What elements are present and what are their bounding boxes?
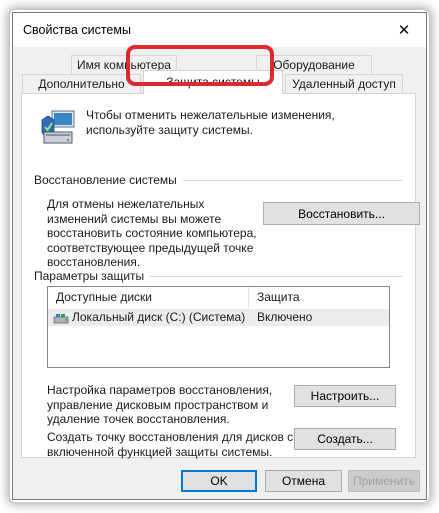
- create-description: Создать точку восстановления для дисков …: [47, 430, 294, 459]
- create-button[interactable]: Создать...: [294, 428, 396, 450]
- drive-name: Локальный диск (C:) (Система): [72, 310, 246, 324]
- drive-icon: [53, 313, 69, 324]
- ok-button[interactable]: OK: [181, 470, 257, 492]
- tab-highlight-annotation: [126, 45, 274, 86]
- restore-button[interactable]: Восстановить...: [263, 202, 420, 225]
- column-header-protection[interactable]: Защита: [257, 287, 300, 308]
- tab-remote[interactable]: Удаленный доступ: [285, 74, 403, 93]
- column-separator: [248, 287, 249, 308]
- drive-protection-status: Включено: [257, 310, 313, 324]
- apply-button[interactable]: Применить: [348, 470, 420, 492]
- column-header-drives[interactable]: Доступные диски: [56, 287, 152, 308]
- restore-description: Для отмены нежелательных изменений систе…: [47, 197, 257, 269]
- restore-group-title: Восстановление системы: [34, 173, 183, 187]
- configure-description: Настройка параметров восстановления, упр…: [47, 383, 273, 426]
- protection-group-title: Параметры защиты: [34, 269, 151, 283]
- tab-panel: Чтобы отменить нежелательные изменения, …: [21, 93, 420, 459]
- drives-list[interactable]: Доступные диски Защита Локальный диск (C…: [47, 286, 390, 368]
- title-bar[interactable]: Свойства системы ✕: [13, 13, 426, 47]
- system-protection-icon: [38, 108, 78, 146]
- close-icon[interactable]: ✕: [382, 13, 426, 47]
- cancel-button[interactable]: Отмена: [265, 470, 342, 492]
- header-description: Чтобы отменить нежелательные изменения, …: [86, 108, 335, 137]
- window-title: Свойства системы: [23, 23, 131, 37]
- configure-button[interactable]: Настроить...: [294, 385, 396, 407]
- tab-advanced[interactable]: Дополнительно: [22, 74, 141, 93]
